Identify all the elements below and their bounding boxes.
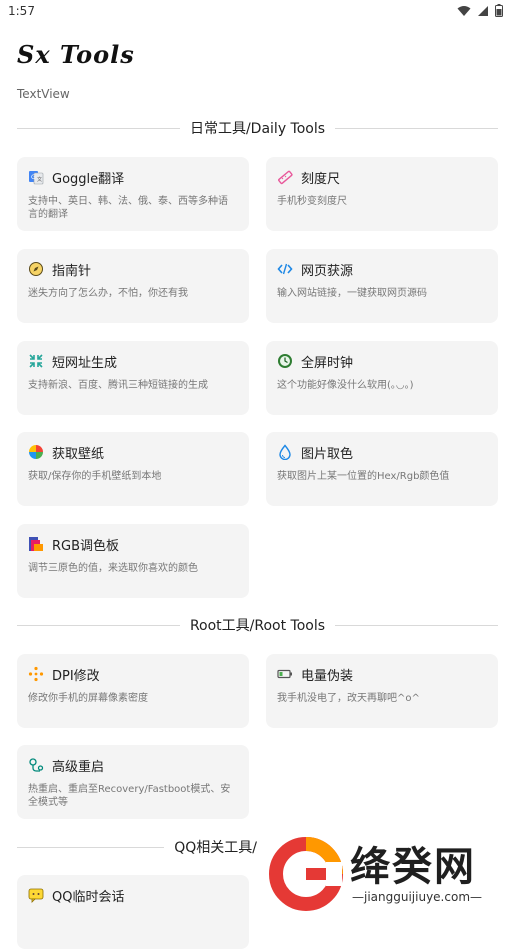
app-title: Sx Tools — [17, 40, 135, 69]
clock-icon — [278, 354, 292, 368]
section-header-root: Root工具/Root Tools — [17, 615, 498, 635]
tool-card-page-source[interactable]: 网页获源 输入网站链接，一键获取网页源码 — [266, 249, 498, 323]
card-desc: 获取图片上某一位置的Hex/Rgb颜色值 — [277, 471, 450, 482]
section-header-qq: QQ相关工具/ — [17, 837, 267, 857]
card-title: 全屏时钟 — [301, 355, 354, 371]
app-subtitle: TextView — [17, 87, 70, 101]
tool-card-compass[interactable]: 指南针 迷失方向了怎么办，不怕，你还有我 — [17, 249, 249, 323]
card-title: QQ临时会话 — [52, 889, 125, 905]
status-time: 1:57 — [8, 4, 35, 18]
dpi-icon — [28, 666, 44, 682]
card-title: 短网址生成 — [52, 355, 118, 371]
divider — [335, 624, 498, 626]
section-title: Root工具/Root Tools — [189, 618, 326, 634]
card-title: Goggle翻译 — [52, 171, 125, 187]
watermark-url: —jiangguijiuye.com— — [352, 890, 483, 904]
color-drop-icon — [279, 444, 291, 460]
battery-low-icon — [277, 669, 292, 679]
tool-card-google-translate[interactable]: G 文 Goggle翻译 支持中、英日、韩、法、俄、泰、西等多种语言的翻译 — [17, 157, 249, 231]
tool-card-color-picker[interactable]: 图片取色 获取图片上某一位置的Hex/Rgb颜色值 — [266, 432, 498, 506]
section-title: 日常工具/Daily Tools — [189, 121, 326, 137]
signal-icon — [478, 5, 488, 16]
ruler-icon — [278, 170, 293, 185]
restart-icon — [29, 758, 44, 772]
compass-icon — [29, 262, 43, 276]
card-title: 图片取色 — [301, 446, 354, 462]
card-title: 电量伪装 — [301, 668, 354, 684]
tool-card-ruler[interactable]: 刻度尺 手机秒变刻度尺 — [266, 157, 498, 231]
tool-card-battery-fake[interactable]: 电量伪装 我手机没电了，改天再聊吧^o^ — [266, 654, 498, 728]
svg-text:G: G — [31, 174, 36, 181]
card-desc: 热重启、重启至Recovery/Fastboot模式、安全模式等 — [28, 784, 231, 808]
card-title: 网页获源 — [301, 263, 354, 279]
card-desc: 这个功能好像没什么软用(｡◡｡) — [277, 380, 414, 391]
card-title: 刻度尺 — [301, 171, 341, 187]
chat-icon — [28, 888, 44, 903]
section-header-daily: 日常工具/Daily Tools — [17, 118, 499, 138]
palette-icon — [29, 537, 43, 551]
card-title: DPI修改 — [52, 668, 100, 684]
translate-icon: G 文 — [29, 171, 44, 185]
card-title: 获取壁纸 — [52, 446, 105, 462]
card-desc: 获取/保存你的手机壁纸到本地 — [28, 471, 162, 482]
tool-card-fullscreen-clock[interactable]: 全屏时钟 这个功能好像没什么软用(｡◡｡) — [266, 341, 498, 415]
divider — [17, 624, 180, 626]
tool-card-advanced-reboot[interactable]: 高级重启 热重启、重启至Recovery/Fastboot模式、安全模式等 — [17, 745, 249, 819]
divider — [17, 846, 165, 848]
card-desc: 支持中、英日、韩、法、俄、泰、西等多种语言的翻译 — [28, 196, 228, 220]
wallpaper-icon — [29, 445, 43, 459]
watermark-logo-icon — [269, 837, 343, 911]
tool-card-dpi[interactable]: DPI修改 修改你手机的屏幕像素密度 — [17, 654, 249, 728]
card-title: 高级重启 — [52, 759, 105, 775]
divider — [17, 127, 180, 129]
svg-text:文: 文 — [37, 176, 42, 183]
code-icon — [277, 263, 293, 275]
divider — [335, 127, 499, 129]
tool-card-wallpaper[interactable]: 获取壁纸 获取/保存你的手机壁纸到本地 — [17, 432, 249, 506]
watermark: 绛癸网 —jiangguijiuye.com— — [262, 830, 515, 916]
watermark-name: 绛癸网 — [350, 844, 476, 890]
card-desc: 输入网站链接，一键获取网页源码 — [277, 288, 427, 299]
status-bar: 1:57 — [0, 0, 515, 24]
status-icons — [457, 4, 503, 17]
card-desc: 调节三原色的值，来选取你喜欢的颜色 — [28, 563, 198, 574]
section-title: QQ相关工具/ — [174, 840, 257, 856]
shorten-link-icon — [29, 354, 43, 368]
card-desc: 修改你手机的屏幕像素密度 — [28, 693, 148, 704]
tool-card-rgb-palette[interactable]: RGB调色板 调节三原色的值，来选取你喜欢的颜色 — [17, 524, 249, 598]
card-desc: 手机秒变刻度尺 — [277, 196, 347, 207]
card-desc: 迷失方向了怎么办，不怕，你还有我 — [28, 288, 188, 299]
wifi-icon — [457, 5, 471, 16]
tool-card-qq-temp-chat[interactable]: QQ临时会话 — [17, 875, 249, 949]
card-title: RGB调色板 — [52, 538, 120, 554]
card-desc: 我手机没电了，改天再聊吧^o^ — [277, 693, 420, 704]
card-desc: 支持新浪、百度、腾讯三种短链接的生成 — [28, 380, 208, 391]
battery-icon — [495, 4, 503, 17]
card-title: 指南针 — [52, 263, 92, 279]
tool-card-short-url[interactable]: 短网址生成 支持新浪、百度、腾讯三种短链接的生成 — [17, 341, 249, 415]
